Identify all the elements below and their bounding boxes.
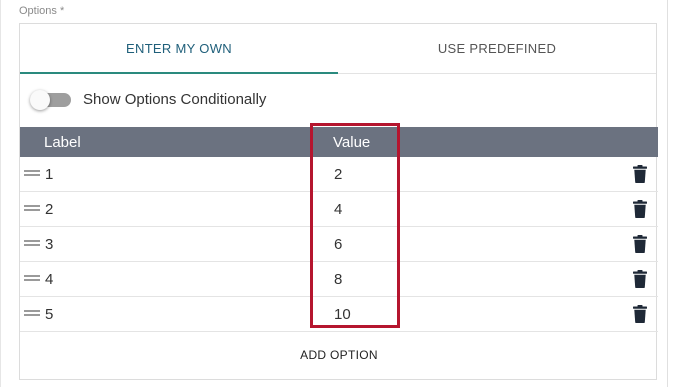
form-container: Options * ENTER MY OWN USE PREDEFINED Sh… [0, 0, 668, 387]
toggle-label: Show Options Conditionally [83, 91, 267, 108]
option-value-cell[interactable]: 4 [334, 201, 342, 218]
toggle-knob [30, 90, 50, 110]
table-row: 3 6 [20, 227, 658, 262]
drag-handle-icon[interactable] [24, 205, 40, 211]
option-label-cell[interactable]: 1 [45, 166, 53, 183]
table-row: 1 2 [20, 157, 658, 192]
trash-icon[interactable] [633, 270, 647, 288]
conditional-toggle-row: Show Options Conditionally [20, 84, 656, 114]
trash-icon[interactable] [633, 235, 647, 253]
tabs-bar: ENTER MY OWN USE PREDEFINED [20, 24, 656, 74]
trash-icon[interactable] [633, 305, 647, 323]
drag-handle-icon[interactable] [24, 275, 40, 281]
options-panel: ENTER MY OWN USE PREDEFINED Show Options… [19, 23, 658, 380]
table-row: 5 10 [20, 297, 658, 332]
drag-handle-icon[interactable] [24, 240, 40, 246]
column-header-value: Value [333, 134, 371, 151]
option-label-cell[interactable]: 2 [45, 201, 53, 218]
show-options-conditionally-toggle[interactable] [30, 90, 71, 110]
option-label-cell[interactable]: 3 [45, 236, 53, 253]
tab-use-predefined[interactable]: USE PREDEFINED [338, 24, 656, 73]
trash-icon[interactable] [633, 165, 647, 183]
drag-handle-icon[interactable] [24, 310, 40, 316]
option-value-cell[interactable]: 10 [334, 306, 351, 323]
trash-icon[interactable] [633, 200, 647, 218]
column-header-label: Label [44, 134, 81, 151]
drag-handle-icon[interactable] [24, 170, 40, 176]
table-row: 4 8 [20, 262, 658, 297]
option-value-cell[interactable]: 2 [334, 166, 342, 183]
active-tab-indicator [20, 72, 338, 74]
option-label-cell[interactable]: 4 [45, 271, 53, 288]
table-row: 2 4 [20, 192, 658, 227]
option-value-cell[interactable]: 8 [334, 271, 342, 288]
option-label-cell[interactable]: 5 [45, 306, 53, 323]
option-value-cell[interactable]: 6 [334, 236, 342, 253]
options-table-header: Label Value [20, 127, 658, 157]
options-field-label: Options * [19, 5, 65, 17]
add-option-button[interactable]: ADD OPTION [20, 337, 658, 373]
tab-enter-my-own[interactable]: ENTER MY OWN [20, 24, 338, 73]
